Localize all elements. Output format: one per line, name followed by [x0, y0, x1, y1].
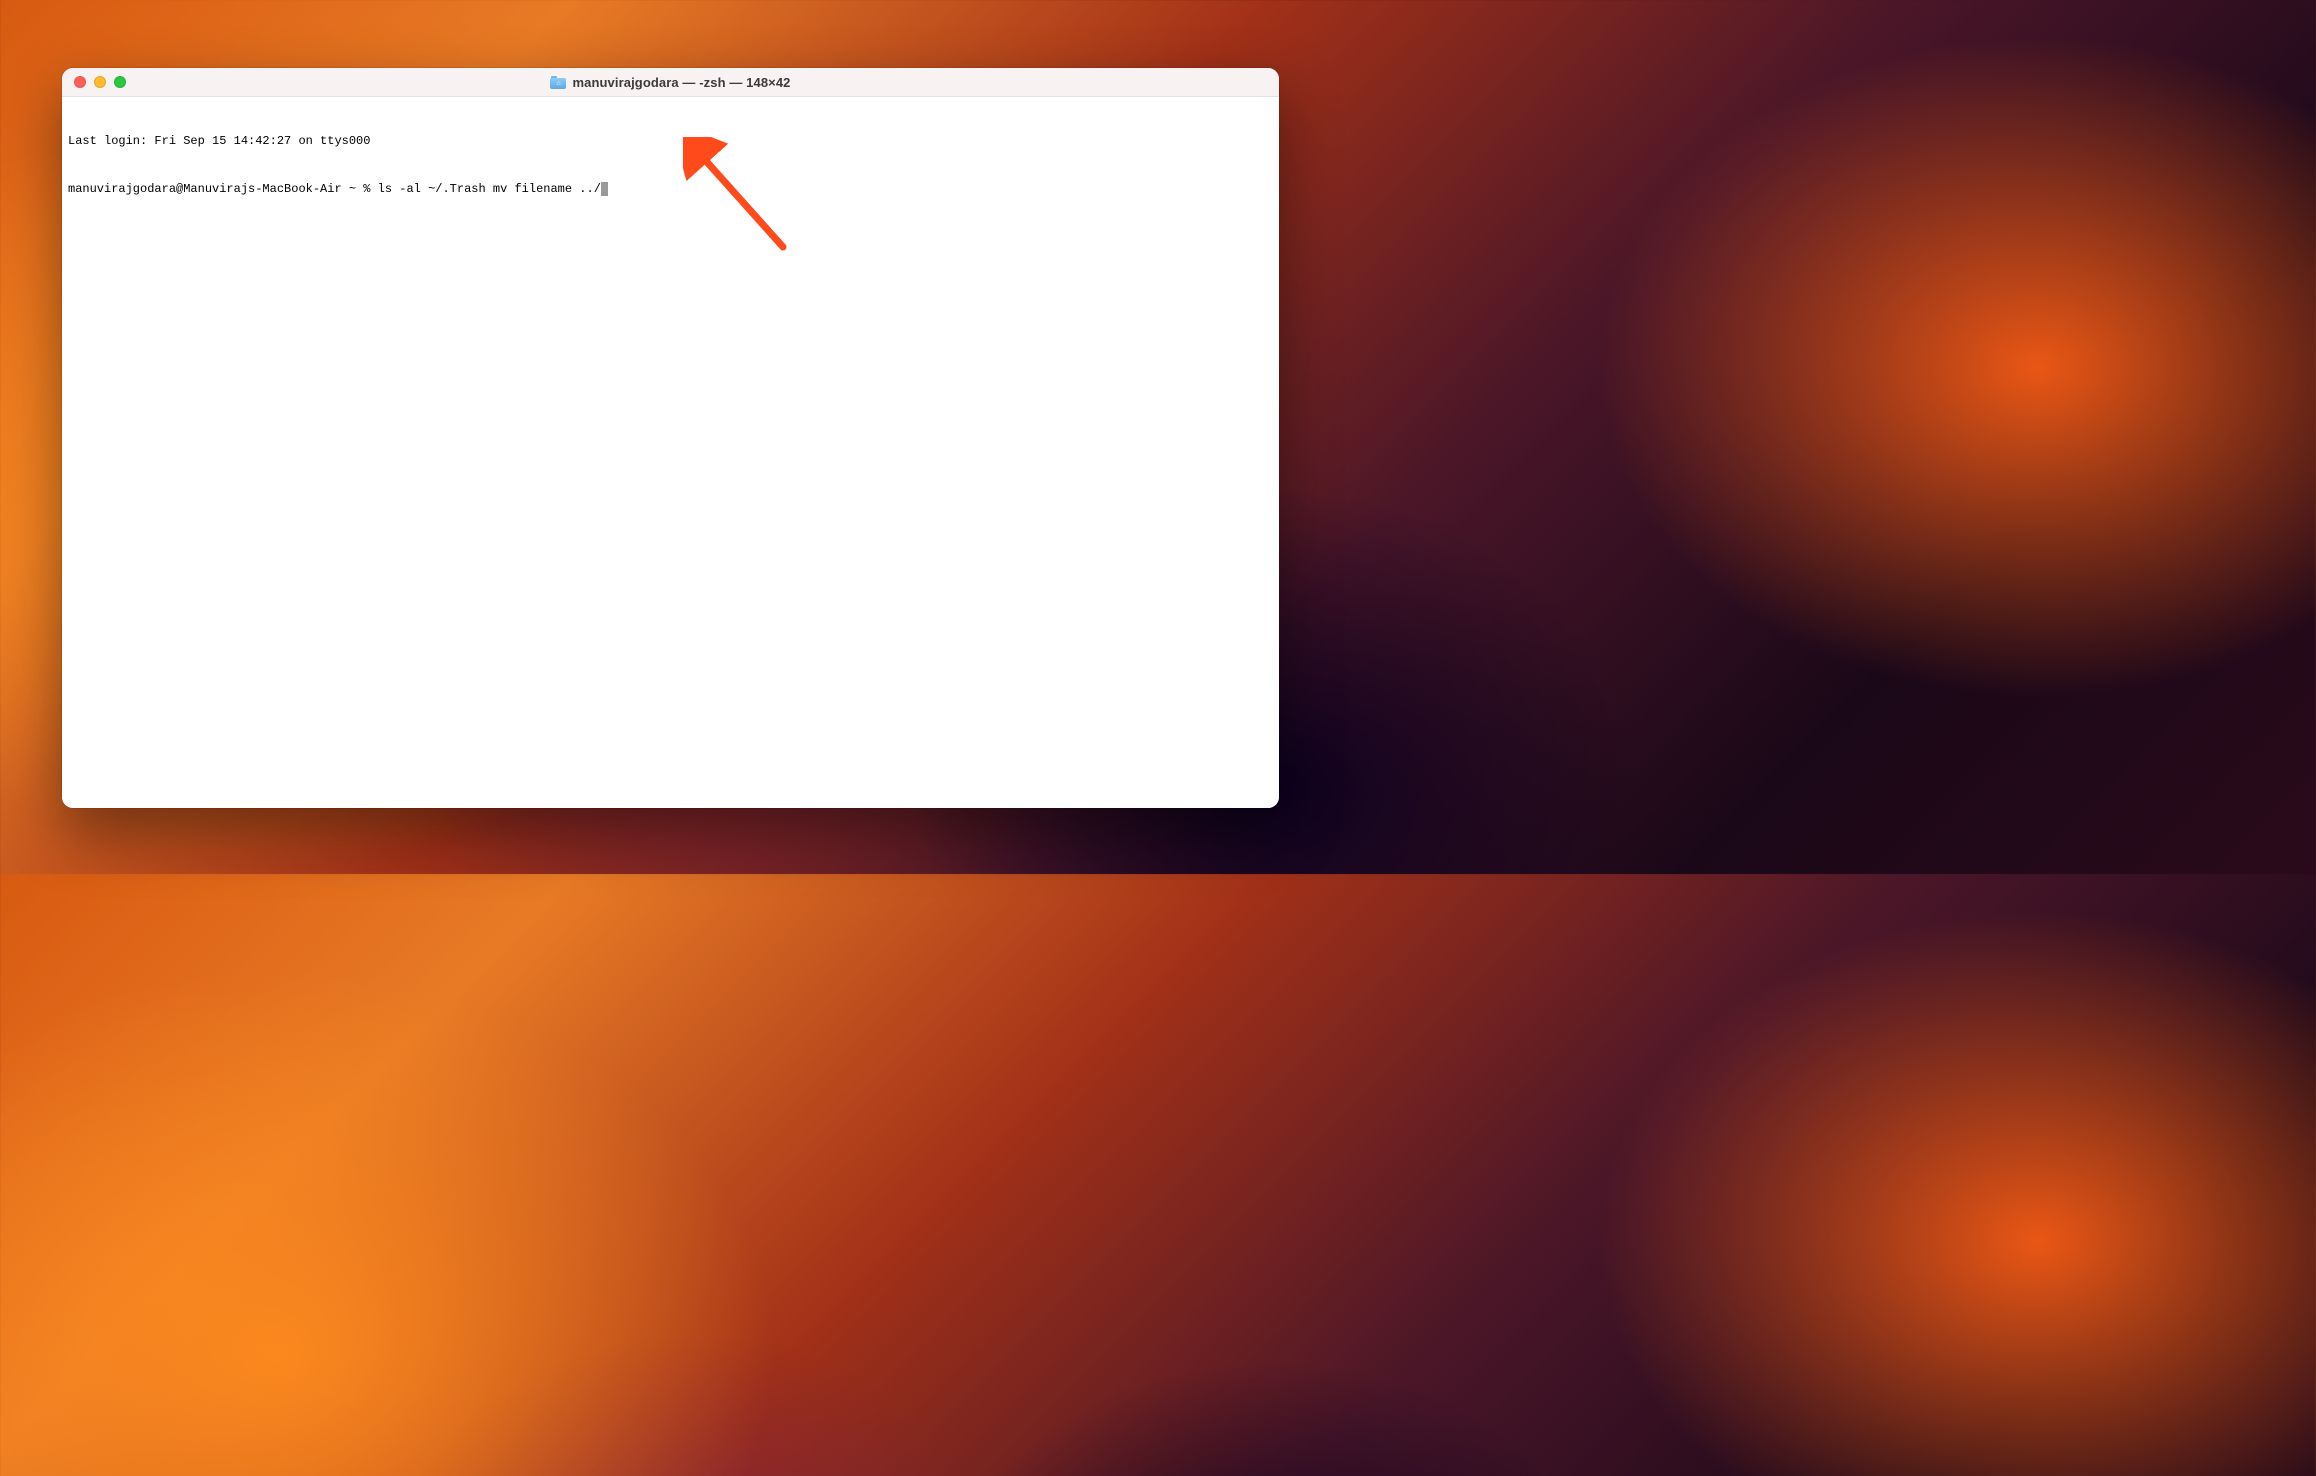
terminal-window: ⌂ manuvirajgodara — -zsh — 148×42 Last l… — [62, 68, 1279, 808]
close-button[interactable] — [74, 76, 86, 88]
window-title: manuvirajgodara — -zsh — 148×42 — [572, 75, 790, 90]
cursor — [601, 182, 608, 196]
traffic-lights — [62, 76, 126, 88]
minimize-button[interactable] — [94, 76, 106, 88]
terminal-body[interactable]: Last login: Fri Sep 15 14:42:27 on ttys0… — [62, 97, 1279, 808]
last-login-line: Last login: Fri Sep 15 14:42:27 on ttys0… — [68, 133, 1273, 149]
folder-icon: ⌂ — [550, 76, 566, 89]
maximize-button[interactable] — [114, 76, 126, 88]
prompt-text: manuvirajgodara@Manuvirajs-MacBook-Air ~… — [68, 181, 378, 197]
title-wrap: ⌂ manuvirajgodara — -zsh — 148×42 — [62, 75, 1279, 90]
prompt-line: manuvirajgodara@Manuvirajs-MacBook-Air ~… — [68, 181, 1273, 197]
titlebar: ⌂ manuvirajgodara — -zsh — 148×42 — [62, 68, 1279, 97]
command-text[interactable]: ls -al ~/.Trash mv filename ../ — [378, 181, 601, 197]
